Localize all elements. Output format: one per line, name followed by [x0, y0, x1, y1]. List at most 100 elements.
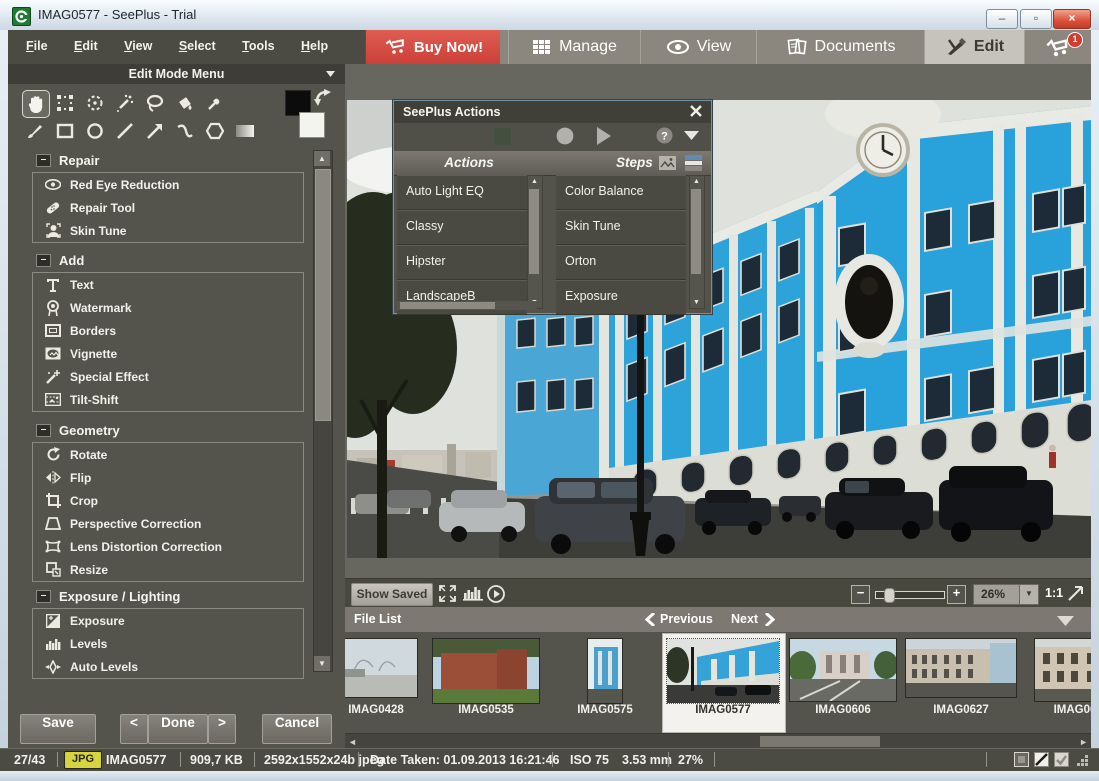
fullscreen-icon[interactable] [439, 585, 456, 602]
pan-hand-tool[interactable] [22, 90, 50, 118]
sidebar-item-repair-tool[interactable]: Repair Tool [33, 196, 303, 219]
line-tool[interactable] [112, 118, 138, 144]
sidebar-item-rotate[interactable]: Rotate [33, 443, 303, 466]
background-color-swatch[interactable] [299, 112, 325, 138]
dialog-title-bar[interactable]: SeePlus Actions [394, 101, 711, 123]
thumbnail-tile[interactable]: IMAG0428 [345, 632, 435, 732]
cancel-button[interactable]: Cancel [262, 714, 332, 744]
save-button[interactable]: Save [20, 714, 96, 744]
zoom-dropdown-button[interactable]: ▼ [1019, 584, 1039, 605]
step-item[interactable]: Skin Tune [556, 210, 686, 245]
zoom-slider-thumb[interactable] [884, 588, 895, 603]
step-item[interactable]: Orton [556, 245, 686, 280]
collapse-icon[interactable]: – [36, 424, 51, 437]
polygon-tool[interactable] [202, 118, 228, 144]
arrow-tool[interactable] [142, 118, 168, 144]
color-fill-tool[interactable] [172, 90, 198, 116]
diagonal-line-icon[interactable] [1034, 752, 1049, 767]
steps-scrollbar[interactable]: ▲ ▼ [689, 175, 705, 309]
scroll-up-button[interactable]: ▲ [531, 178, 538, 185]
image-preview-icon[interactable] [659, 156, 676, 170]
next-link[interactable]: Next [731, 612, 758, 626]
previous-link[interactable]: Previous [660, 612, 713, 626]
steps-column-header[interactable]: Steps [616, 151, 653, 175]
actions-column-header[interactable]: Actions [394, 151, 544, 175]
thumbnail-tile[interactable]: IMAG0575 [546, 632, 664, 732]
stop-icon[interactable] [494, 128, 511, 145]
maximize-button[interactable]: ▫ [1020, 9, 1052, 29]
tab-documents[interactable]: Documents [756, 30, 925, 64]
thumbnail-tile-selected[interactable]: IMAG0577 [664, 632, 782, 732]
previous-image-button[interactable]: < [120, 714, 148, 744]
minimize-button[interactable]: – [986, 9, 1018, 29]
step-item[interactable]: Color Balance [556, 175, 686, 210]
thumbnail-tile[interactable]: IMAG06 [1016, 632, 1091, 732]
scrollbar-thumb[interactable] [400, 302, 495, 309]
scrollbar-thumb[interactable] [691, 189, 701, 274]
menu-view[interactable]: View [120, 39, 156, 53]
thumbnail-tile[interactable]: IMAG0535 [427, 632, 545, 732]
dialog-dropdown-icon[interactable] [684, 131, 699, 140]
sidebar-item-borders[interactable]: Borders [33, 319, 303, 342]
sidebar-item-auto-levels[interactable]: Auto Levels [33, 655, 303, 678]
zoom-in-button[interactable]: + [947, 585, 966, 604]
ellipse-tool[interactable] [82, 118, 108, 144]
tab-manage[interactable]: Manage [508, 30, 641, 64]
selection-tool[interactable] [52, 90, 78, 116]
done-button[interactable]: Done [148, 714, 208, 744]
eyedropper-tool[interactable] [202, 90, 228, 116]
sidebar-item-text[interactable]: Text [33, 273, 303, 296]
scrollbar-thumb[interactable] [529, 189, 539, 274]
sidebar-item-red-eye-reduction[interactable]: Red Eye Reduction [33, 173, 303, 196]
collapse-filmstrip-icon[interactable] [1057, 616, 1074, 626]
sidebar-item-resize[interactable]: Resize [33, 558, 303, 581]
tab-view[interactable]: View [640, 30, 757, 64]
record-icon[interactable] [556, 127, 574, 145]
scroll-left-button[interactable]: ◄ [348, 737, 357, 747]
gradient-tool[interactable] [232, 118, 258, 144]
actions-hscrollbar[interactable] [397, 301, 537, 310]
sidebar-item-perspective-correction[interactable]: Perspective Correction [33, 512, 303, 535]
layers-icon[interactable] [685, 155, 702, 171]
edit-mode-menu-header[interactable]: Edit Mode Menu [8, 64, 345, 84]
curve-tool[interactable] [172, 118, 198, 144]
action-item[interactable]: Hipster [397, 245, 527, 280]
scroll-down-button[interactable]: ▼ [314, 656, 330, 671]
zoom-out-button[interactable]: − [851, 585, 870, 604]
sidebar-item-crop[interactable]: Crop [33, 489, 303, 512]
menu-edit[interactable]: Edit [70, 39, 102, 53]
lasso-tool[interactable] [142, 90, 168, 116]
sidebar-item-watermark[interactable]: Watermark [33, 296, 303, 319]
scroll-up-button[interactable]: ▲ [314, 151, 330, 166]
fit-image-icon[interactable] [1067, 585, 1084, 602]
actual-size-label[interactable]: 1:1 [1045, 586, 1063, 600]
sidebar-item-special-effect[interactable]: Special Effect [33, 365, 303, 388]
menu-tools[interactable]: Tools [238, 39, 278, 53]
sidebar-item-skin-tune[interactable]: Skin Tune [33, 219, 303, 242]
dialog-close-icon[interactable] [690, 105, 704, 119]
step-item[interactable]: Exposure [556, 280, 686, 315]
sidebar-item-levels[interactable]: Levels [33, 632, 303, 655]
buy-now-button[interactable]: Buy Now! [365, 30, 503, 64]
help-icon[interactable]: ? [656, 127, 673, 144]
show-saved-button[interactable]: Show Saved [351, 583, 433, 606]
thumbnail-tile[interactable]: IMAG0627 [902, 632, 1020, 732]
checkmark-icon[interactable] [1054, 752, 1069, 767]
menu-file[interactable]: File [22, 39, 52, 53]
sidebar-scrollbar[interactable]: ▲ ▼ [313, 150, 333, 672]
action-item[interactable]: Auto Light EQ [397, 175, 527, 210]
play-icon[interactable] [596, 127, 612, 145]
close-button[interactable]: × [1053, 9, 1091, 29]
cart-notification-button[interactable]: 1 [1024, 30, 1091, 64]
brush-tool[interactable] [22, 118, 48, 144]
scrollbar-thumb[interactable] [760, 736, 880, 747]
thumbnail-tile[interactable]: IMAG0606 [784, 632, 902, 732]
chevron-right-icon[interactable] [765, 613, 775, 626]
chevron-left-icon[interactable] [645, 613, 655, 626]
menu-help[interactable]: Help [297, 39, 332, 53]
scroll-right-button[interactable]: ► [1079, 737, 1088, 747]
magic-wand-tool[interactable] [112, 90, 138, 116]
rectangle-tool[interactable] [52, 118, 78, 144]
scroll-down-button[interactable]: ▼ [693, 299, 700, 306]
tab-edit-active[interactable]: Edit [924, 30, 1025, 64]
